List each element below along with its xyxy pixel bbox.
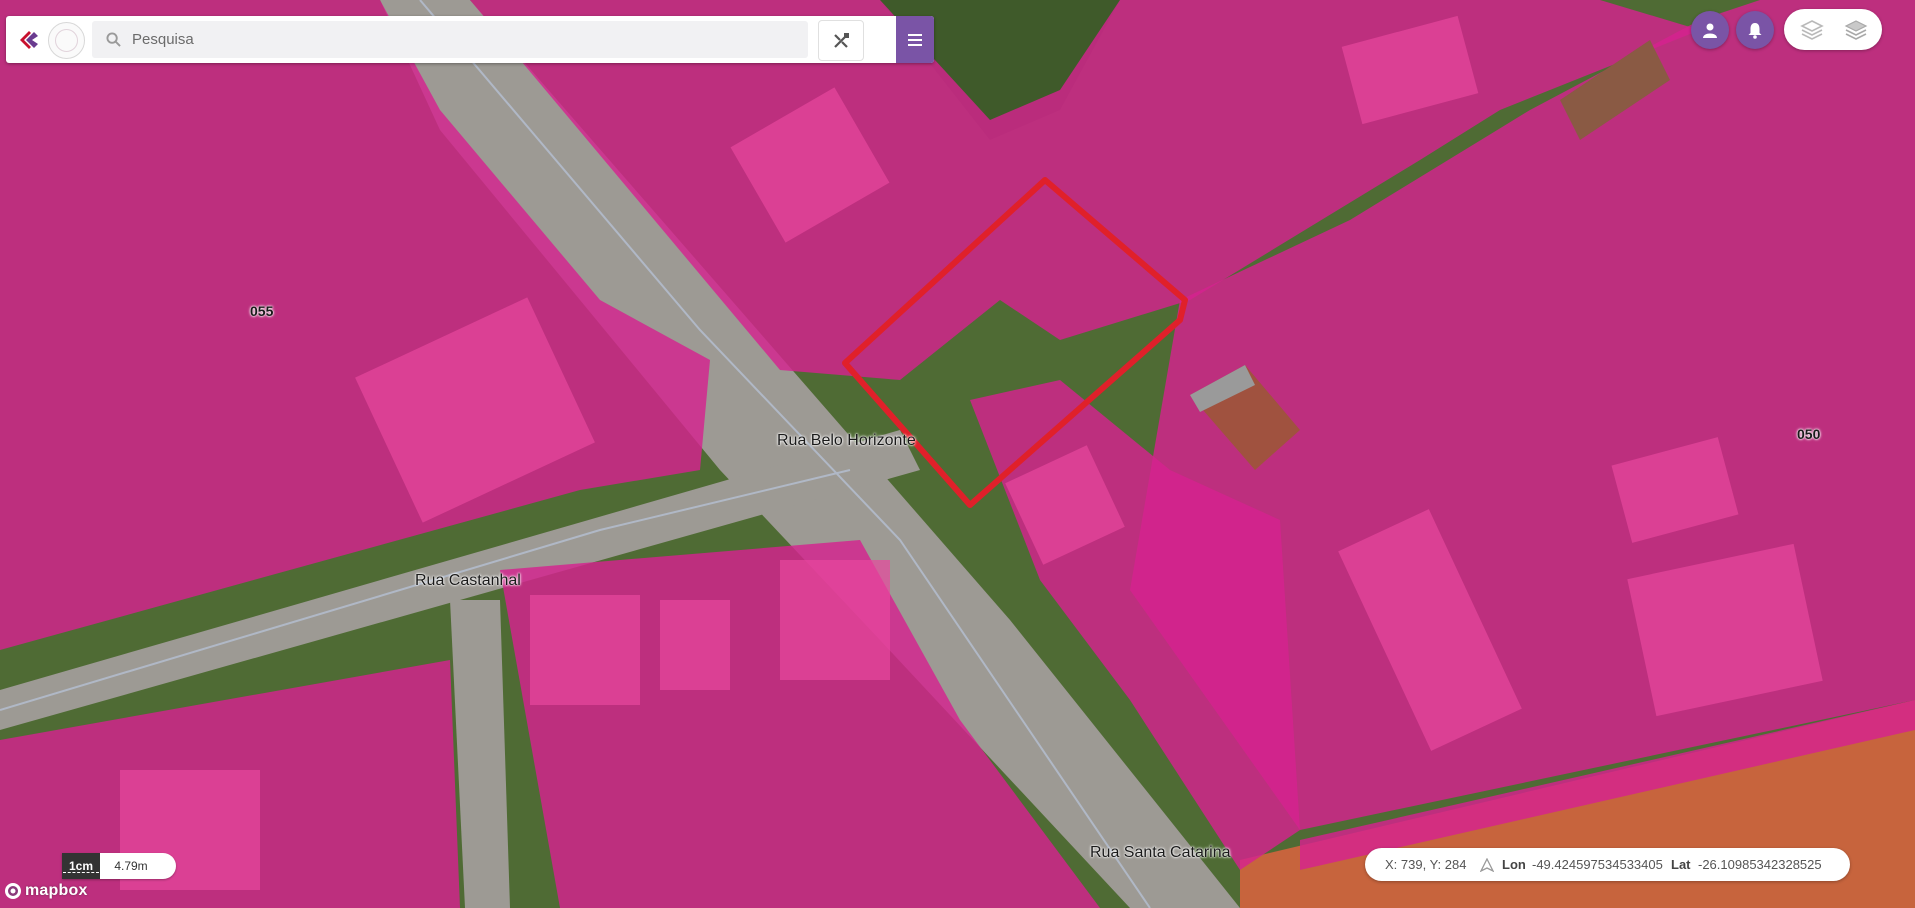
lat-label: Lat xyxy=(1671,857,1691,872)
mapbox-logo-icon xyxy=(5,883,21,899)
search-icon xyxy=(106,32,121,47)
lon-value: -49.424597534533405 xyxy=(1532,857,1663,872)
north-arrow-icon xyxy=(1480,858,1494,872)
bell-icon xyxy=(1748,22,1762,39)
search-input[interactable] xyxy=(132,21,782,58)
measure-tool-button[interactable] xyxy=(818,20,864,61)
parcel-label-055: 055 xyxy=(250,303,274,319)
search-box[interactable] xyxy=(92,21,808,58)
layers-icon[interactable] xyxy=(1844,18,1868,42)
street-label-castanhal: Rua Castanhal xyxy=(415,572,521,589)
map-canvas[interactable] xyxy=(0,0,1915,908)
app-logo[interactable] xyxy=(10,20,90,59)
notifications-button[interactable] xyxy=(1736,11,1774,49)
scale-value: 4.79m xyxy=(114,859,148,873)
user-button[interactable] xyxy=(1691,11,1729,49)
mapbox-attribution[interactable]: mapbox xyxy=(4,880,88,902)
street-label-belo-horizonte: Rua Belo Horizonte xyxy=(777,432,916,449)
coordinate-readout: X: 739, Y: 284 Lon -49.424597534533405 L… xyxy=(1365,848,1850,881)
layers-icon[interactable] xyxy=(1800,18,1824,42)
measure-tool-icon xyxy=(834,32,849,48)
scale-indicator: 1cm 4.79m xyxy=(62,853,176,879)
top-toolbar xyxy=(6,16,934,63)
hamburger-menu-icon xyxy=(908,33,922,46)
lon-label: Lon xyxy=(1502,857,1526,872)
lat-value: -26.10985342328525 xyxy=(1698,857,1822,872)
street-label-santa-catarina: Rua Santa Catarina xyxy=(1090,844,1231,861)
user-icon xyxy=(1703,23,1717,38)
pixel-coordinates: X: 739, Y: 284 xyxy=(1385,857,1467,872)
mapbox-text: mapbox xyxy=(25,882,88,899)
parcel-label-050: 050 xyxy=(1797,426,1821,442)
main-menu-button[interactable] xyxy=(896,16,934,63)
layer-switcher xyxy=(1784,9,1882,50)
seal-icon xyxy=(48,22,85,59)
logo-icon xyxy=(20,31,38,49)
scale-bar xyxy=(63,872,99,876)
